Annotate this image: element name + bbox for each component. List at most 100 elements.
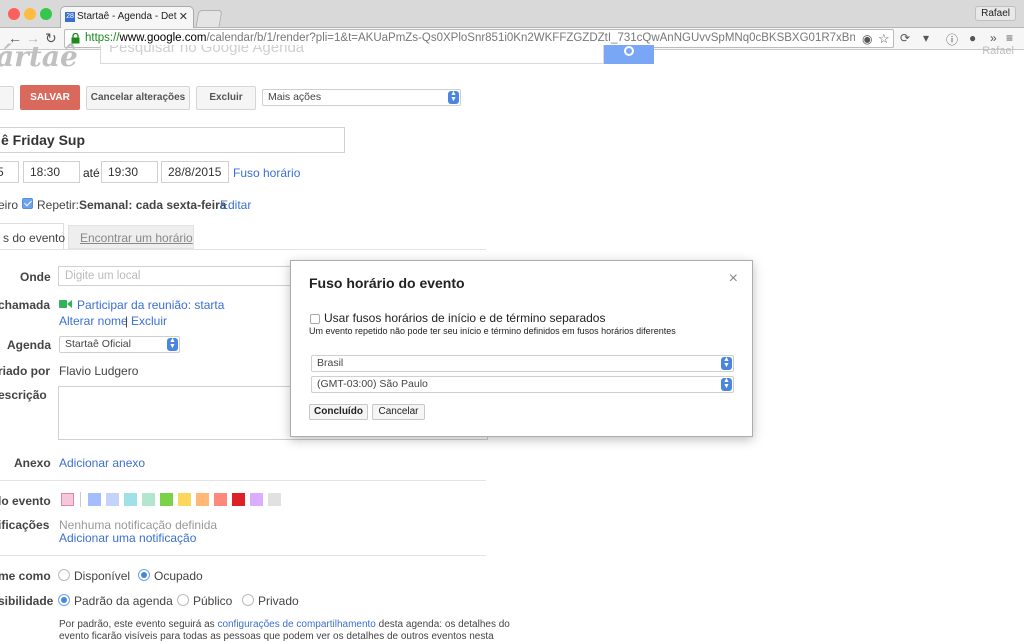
end-date-input[interactable]: 28/8/2015 — [161, 161, 229, 183]
calendar-select[interactable]: Startaê Oficial ▲ ▼ — [59, 336, 180, 353]
timezone-select[interactable]: (GMT-03:00) São Paulo ▲ ▼ — [311, 376, 734, 393]
search-icon — [624, 46, 634, 56]
all-day-label: eiro — [0, 198, 19, 212]
until-label: até — [83, 166, 100, 180]
browser-titlebar: 28 Startaê - Agenda - Detalhe ✕ Rafael — [0, 0, 1024, 28]
section-divider — [0, 555, 486, 556]
minimize-window-button[interactable] — [24, 8, 36, 20]
attachment-label: Anexo — [14, 456, 51, 470]
private-radio[interactable] — [242, 594, 254, 606]
add-attachment-link[interactable]: Adicionar anexo — [59, 456, 145, 470]
rename-call-link[interactable]: Alterar nome — [59, 314, 128, 328]
select-arrows-icon: ▲ ▼ — [721, 356, 732, 370]
back-to-calendar-button[interactable] — [0, 86, 14, 110]
remove-call-link[interactable]: Excluir — [131, 314, 167, 328]
select-arrows-icon: ▲ ▼ — [167, 337, 178, 351]
color-swatch[interactable] — [106, 493, 119, 506]
new-tab-button[interactable] — [195, 10, 223, 27]
extension-circle-icon[interactable]: ● — [969, 31, 976, 45]
cancel-changes-button[interactable]: Cancelar alterações — [86, 86, 190, 110]
timezone-link[interactable]: Fuso horário — [233, 166, 300, 180]
swatch-separator — [80, 492, 81, 507]
created-by-label: riado por — [0, 364, 51, 378]
video-call-label: chamada — [0, 298, 51, 312]
public-label: Público — [193, 594, 233, 608]
zoom-window-button[interactable] — [40, 8, 52, 20]
event-title-input[interactable]: ê Friday Sup — [0, 127, 345, 153]
add-notification-link[interactable]: Adicionar uma notificação — [59, 531, 196, 545]
creator-name: Flavio Ludgero — [59, 364, 139, 378]
dialog-title: Fuso horário do evento — [309, 275, 465, 291]
color-swatch[interactable] — [250, 493, 263, 506]
available-radio[interactable] — [58, 569, 70, 581]
color-swatch[interactable] — [160, 493, 173, 506]
eye-icon[interactable]: ◉ — [862, 32, 872, 46]
close-tab-icon[interactable]: ✕ — [179, 10, 188, 23]
color-swatch[interactable] — [232, 493, 245, 506]
color-swatch[interactable] — [88, 493, 101, 506]
pocket-icon[interactable]: ▾ — [923, 31, 929, 45]
color-swatch[interactable] — [268, 493, 281, 506]
close-window-button[interactable] — [8, 8, 20, 20]
start-time-input[interactable]: 18:30 — [23, 161, 80, 183]
no-notifications-text: Nenhuma notificação definida — [59, 518, 218, 532]
bookmark-star-icon[interactable]: ☆ — [878, 31, 890, 47]
done-button[interactable]: Concluído — [309, 404, 368, 420]
sharing-note-line1: Por padrão, este evento seguirá as confi… — [59, 619, 510, 630]
edit-repeat-link[interactable]: Editar — [220, 198, 251, 212]
sharing-settings-link[interactable]: configurações de compartilhamento — [217, 619, 375, 630]
timezone-dialog: Fuso horário do evento × Usar fusos horá… — [290, 260, 753, 437]
select-arrows-icon: ▲ ▼ — [721, 377, 732, 391]
join-meeting-link[interactable]: Participar da reunião: starta — [77, 298, 224, 312]
calendar-favicon-icon: 28 — [65, 12, 75, 22]
end-time-input[interactable]: 19:30 — [101, 161, 158, 183]
separate-timezones-label: Usar fusos horários de início e de térmi… — [324, 311, 606, 325]
event-color-label: lo evento — [0, 494, 51, 508]
color-swatch[interactable] — [142, 493, 155, 506]
extension-refresh-icon[interactable]: ⟳ — [900, 31, 910, 45]
tabs-divider — [0, 249, 486, 250]
menu-icon[interactable]: ≡ — [1006, 31, 1013, 45]
default-visibility-radio[interactable] — [58, 594, 70, 606]
calendar-search-input[interactable]: Pesquisar no Google Agenda — [100, 45, 604, 64]
private-label: Privado — [258, 594, 299, 608]
color-swatch-selected[interactable] — [61, 493, 74, 506]
public-radio[interactable] — [177, 594, 189, 606]
start-date-input[interactable]: 5 — [0, 161, 19, 183]
country-select[interactable]: Brasil ▲ ▼ — [311, 355, 734, 372]
url-text: https://www.google.com/calendar/b/1/rend… — [85, 32, 855, 44]
notifications-label: ificações — [0, 518, 50, 532]
browser-tab[interactable]: 28 Startaê - Agenda - Detalhe ✕ — [60, 6, 194, 28]
more-extensions-icon[interactable]: » — [990, 31, 997, 45]
separate-timezones-checkbox[interactable] — [310, 314, 320, 324]
default-visibility-label: Padrão da agenda — [74, 594, 173, 608]
busy-label: Ocupado — [154, 569, 203, 583]
busy-radio[interactable] — [138, 569, 150, 581]
available-label: Disponível — [74, 569, 131, 583]
more-actions-select[interactable]: Mais ações ▲ ▼ — [262, 89, 461, 106]
video-camera-icon — [59, 300, 72, 308]
visibility-label: sibilidade — [0, 594, 54, 608]
color-swatch[interactable] — [214, 493, 227, 506]
tab-event-details[interactable]: s do evento — [0, 223, 65, 250]
profile-button[interactable]: Rafael — [975, 6, 1016, 21]
sharing-note-line2: evento ficarão visíveis para todas as pe… — [59, 631, 494, 642]
search-button[interactable] — [604, 45, 654, 64]
color-swatch[interactable] — [196, 493, 209, 506]
delete-button[interactable]: Excluir — [196, 86, 256, 110]
show-as-label: me como — [0, 569, 51, 583]
info-icon[interactable]: ⓘ — [946, 31, 958, 48]
color-swatch[interactable] — [124, 493, 137, 506]
color-swatch[interactable] — [178, 493, 191, 506]
save-button[interactable]: SALVAR — [20, 85, 80, 110]
tab-find-time[interactable]: Encontrar um horário — [68, 225, 194, 249]
user-name[interactable]: Rafael — [982, 45, 1014, 57]
repeat-label: Repetir: — [37, 198, 80, 212]
close-icon[interactable]: × — [729, 270, 738, 288]
tab-title: Startaê - Agenda - Detalhe — [77, 11, 177, 22]
select-arrows-icon: ▲ ▼ — [448, 90, 459, 104]
repeat-checkbox[interactable] — [22, 198, 33, 209]
dialog-cancel-button[interactable]: Cancelar — [372, 404, 425, 420]
location-input[interactable]: Digite um local — [58, 266, 298, 286]
repeat-timezone-note: Um evento repetido não pode ter seu iníc… — [309, 326, 676, 336]
